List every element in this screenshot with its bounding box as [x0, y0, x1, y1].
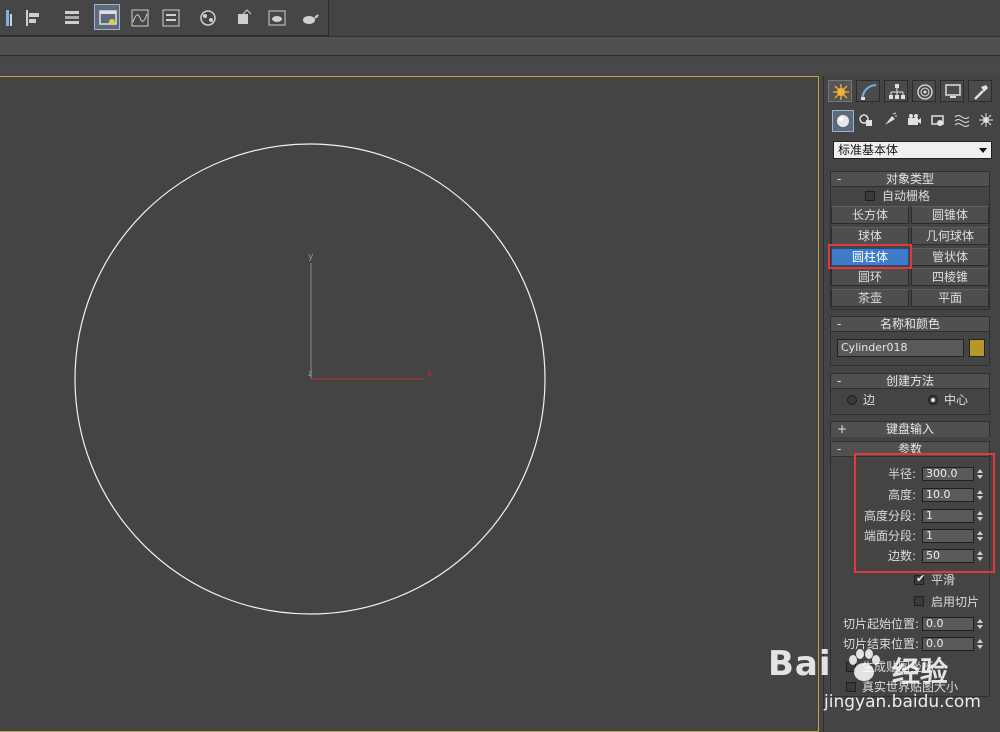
collapse-icon: - — [837, 172, 842, 186]
utilities-tab[interactable] — [968, 80, 992, 102]
motion-tab[interactable] — [912, 80, 936, 102]
object-type-title: 对象类型 — [885, 172, 934, 186]
cameras-icon[interactable] — [904, 110, 926, 132]
systems-icon[interactable] — [976, 110, 998, 132]
object-color-swatch[interactable] — [969, 339, 985, 357]
expand-icon: + — [837, 422, 848, 436]
smooth-label: 平滑 — [931, 573, 956, 587]
top-viewport[interactable]: y x z — [0, 76, 819, 732]
chevron-down-icon — [979, 148, 987, 153]
cylinder-highlight-box — [828, 244, 912, 269]
baidu-jingyan-watermark: Bai 经验 jingyan.baidu.com — [752, 640, 1000, 732]
sphere-button[interactable]: 球体 — [831, 227, 909, 245]
geosphere-button[interactable]: 几何球体 — [911, 227, 989, 245]
viewport-label-strip — [0, 57, 1000, 75]
hierarchy-tab[interactable] — [884, 80, 908, 102]
shapes-icon[interactable] — [856, 110, 878, 132]
slice-on-label: 启用切片 — [931, 595, 980, 609]
helpers-icon[interactable] — [928, 110, 950, 132]
edge-label: 边 — [863, 393, 876, 407]
name-color-header[interactable]: - 名称和颜色 — [831, 317, 989, 332]
edge-radio[interactable] — [847, 395, 857, 405]
torus-button[interactable]: 圆环 — [831, 268, 909, 286]
slice-on-checkbox[interactable] — [914, 596, 924, 606]
modify-tab[interactable] — [856, 80, 880, 102]
cone-button[interactable]: 圆锥体 — [911, 206, 989, 224]
keyboard-entry-title: 键盘输入 — [885, 422, 934, 436]
render-teapot-icon[interactable] — [295, 4, 321, 30]
create-categories — [832, 110, 998, 134]
curve-editor-icon[interactable] — [126, 4, 152, 30]
cylinder-outline — [74, 143, 546, 615]
axis-x-label: x — [427, 369, 433, 379]
teapot-button[interactable]: 茶壶 — [831, 289, 909, 307]
slice-from-input[interactable]: 0.0 — [922, 617, 974, 631]
watermark-url: jingyan.baidu.com — [824, 692, 981, 712]
object-name-field[interactable]: Cylinder018 — [837, 339, 964, 357]
create-tab[interactable] — [828, 80, 852, 102]
dropdown-value: 标准基本体 — [838, 143, 899, 157]
slice-from-label: 切片起始位置: — [842, 617, 919, 631]
space-warps-icon[interactable] — [952, 110, 974, 132]
toolbar-group — [0, 0, 329, 36]
collapse-icon: - — [837, 317, 842, 331]
creation-method-header[interactable]: - 创建方法 — [831, 374, 989, 389]
auto-grid-label: 自动栅格 — [882, 189, 931, 203]
object-type-header[interactable]: - 对象类型 — [831, 172, 989, 187]
layer-manager-icon[interactable] — [58, 4, 84, 30]
material-editor-icon[interactable] — [194, 4, 220, 30]
auto-grid-checkbox[interactable] — [865, 191, 875, 201]
lights-icon[interactable] — [880, 110, 902, 132]
check-icon: ✔ — [916, 572, 926, 585]
mirror-icon[interactable] — [0, 4, 14, 30]
slice-from-spinner-arrows[interactable] — [975, 617, 985, 631]
axis-y-label: y — [308, 252, 314, 262]
keyboard-entry-rollout: + 键盘输入 — [830, 421, 990, 437]
render-setup-icon[interactable] — [231, 4, 257, 30]
pyramid-button[interactable]: 四棱锥 — [911, 268, 989, 286]
creation-method-title: 创建方法 — [885, 374, 934, 388]
smooth-checkbox[interactable]: ✔ — [914, 572, 926, 585]
collapse-icon: - — [837, 374, 842, 388]
box-button[interactable]: 长方体 — [831, 206, 909, 224]
watermark-cn: 经验 — [892, 655, 949, 688]
plane-button[interactable]: 平面 — [911, 289, 989, 307]
display-tab[interactable] — [940, 80, 964, 102]
main-toolbar — [0, 0, 1000, 36]
watermark-brand: Bai — [768, 644, 832, 684]
geometry-icon[interactable] — [832, 110, 854, 132]
name-color-title: 名称和颜色 — [879, 317, 940, 331]
rendered-frame-icon[interactable] — [263, 4, 289, 30]
paw-icon — [849, 649, 880, 681]
scene-explorer-icon[interactable] — [94, 4, 120, 30]
schematic-view-icon[interactable] — [157, 4, 183, 30]
axis-z-label: z — [308, 369, 312, 378]
parameters-highlight-box — [854, 453, 995, 573]
align-icon[interactable] — [20, 4, 46, 30]
center-radio[interactable] — [928, 395, 938, 405]
tube-button[interactable]: 管状体 — [911, 248, 989, 266]
ribbon-strip — [0, 36, 1000, 56]
panel-tabs — [828, 78, 998, 104]
keyboard-entry-header[interactable]: + 键盘输入 — [831, 422, 989, 437]
center-label: 中心 — [944, 393, 969, 407]
primitive-type-dropdown[interactable]: 标准基本体 — [833, 141, 992, 159]
collapse-icon: - — [837, 442, 842, 456]
